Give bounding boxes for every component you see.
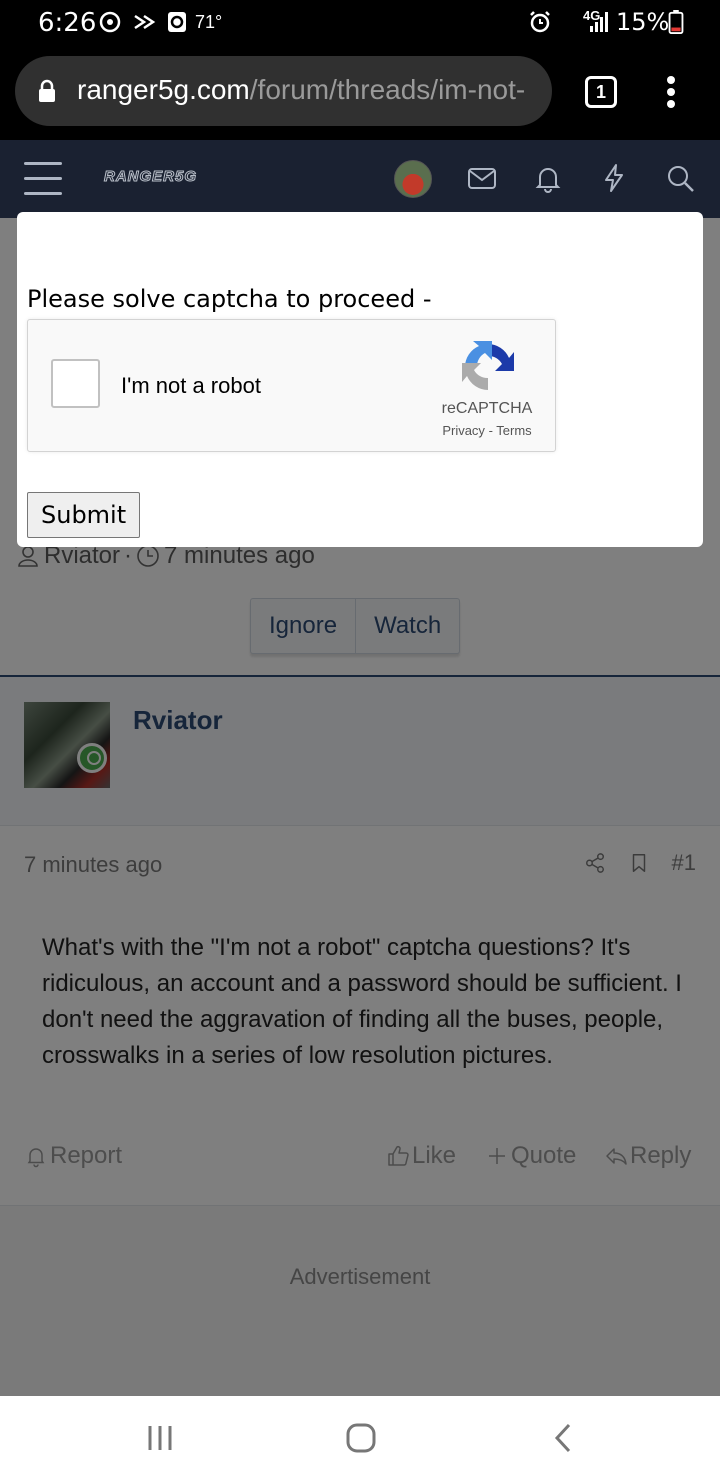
tab-switcher-button[interactable]: 1 [585,76,617,108]
recaptcha-widget: I'm not a robot reCAPTCHA Privacy - Term… [27,319,556,452]
system-nav-bar [0,1396,720,1480]
more-options-icon[interactable] [664,76,678,110]
alarm-icon [530,11,550,33]
app-icon [168,12,186,32]
address-bar[interactable]: ranger5g.com/forum/threads/im-not- [15,56,552,126]
temperature: 71° [195,12,223,32]
bell-icon[interactable] [532,162,564,194]
recent-apps-icon[interactable] [142,1420,178,1456]
status-bar: 6:26 71° 4G 15% [0,0,720,46]
hamburger-menu-icon[interactable] [24,162,62,196]
captcha-prompt: Please solve captcha to proceed - [27,285,432,313]
battery-icon [668,10,684,34]
checkbox-label: I'm not a robot [121,373,261,398]
url-domain: ranger5g.com [77,74,250,105]
captcha-modal: Please solve captcha to proceed - I'm no… [17,212,703,547]
user-avatar[interactable] [394,160,432,198]
search-icon[interactable] [664,162,696,194]
submit-button[interactable]: Submit [27,492,141,538]
home-icon[interactable] [343,1420,379,1456]
url-path: /forum/threads/im-not- [249,74,526,105]
back-icon[interactable] [546,1420,582,1456]
site-header: RANGER5G [0,140,720,218]
forward-icon [134,14,156,30]
signal-icon [590,12,608,32]
url-text: ranger5g.com/forum/threads/im-not- [77,74,525,106]
not-a-robot-checkbox[interactable] [51,359,100,408]
browser-toolbar: ranger5g.com/forum/threads/im-not- 1 [0,46,720,140]
link-separator: - [488,423,493,438]
recaptcha-links: Privacy - Terms [428,423,546,438]
privacy-link[interactable]: Privacy [442,423,485,438]
site-logo[interactable]: RANGER5G [103,168,197,186]
battery-percent: 15% [616,8,670,36]
terms-link[interactable]: Terms [496,423,531,438]
lightning-icon[interactable] [598,162,630,194]
recaptcha-logo-icon [462,341,514,390]
envelope-icon[interactable] [466,162,498,194]
lock-icon [39,79,55,102]
sync-icon [99,11,121,33]
clock: 6:26 [38,8,97,38]
recaptcha-brand: reCAPTCHA [441,400,533,417]
